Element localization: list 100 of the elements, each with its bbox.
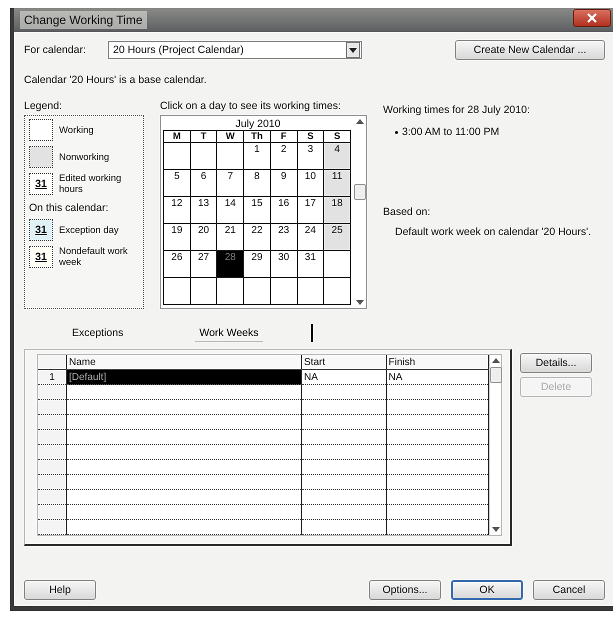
footer-button[interactable]: Help	[24, 580, 96, 600]
day-cell[interactable]	[244, 278, 270, 304]
footer-button[interactable]: Options...	[369, 580, 441, 600]
footer-button[interactable]: OK	[451, 580, 523, 600]
table-cell[interactable]	[66, 400, 302, 414]
day-cell[interactable]: 29	[244, 250, 270, 278]
scroll-down-icon[interactable]	[492, 527, 500, 532]
legend-heading: On this calendar:	[29, 202, 110, 214]
day-cell[interactable]: 7	[216, 170, 244, 196]
day-cell[interactable]: 14	[216, 196, 244, 224]
table-cell[interactable]	[66, 444, 302, 460]
day-cell[interactable]: 31	[297, 250, 324, 278]
tab[interactable]: Work Weeks	[195, 324, 262, 342]
based-on-label: Based on:	[383, 206, 432, 218]
day-cell[interactable]	[324, 250, 350, 278]
day-cell[interactable]: 6	[190, 170, 217, 196]
day-cell[interactable]: 22	[244, 224, 270, 250]
table-cell[interactable]	[302, 430, 386, 444]
scroll-down-icon[interactable]	[356, 300, 364, 305]
table-cell[interactable]	[386, 490, 488, 504]
day-cell[interactable]: 26	[164, 250, 190, 278]
table-cell[interactable]	[66, 384, 302, 400]
day-cell[interactable]: 1	[244, 142, 270, 170]
day-cell[interactable]	[190, 142, 217, 170]
day-cell[interactable]	[164, 142, 190, 170]
tab[interactable]: Exceptions	[68, 325, 128, 341]
day-cell[interactable]: 23	[270, 224, 298, 250]
table-cell[interactable]	[302, 490, 386, 504]
day-cell[interactable]: 2	[270, 142, 298, 170]
calendar-instruction: Click on a day to see its working times:	[160, 100, 342, 112]
scrollbar-thumb[interactable]	[354, 184, 366, 200]
calendar-dropdown[interactable]: 20 Hours (Project Calendar)	[108, 41, 362, 59]
table-cell[interactable]	[66, 504, 302, 520]
footer-button[interactable]: Cancel	[533, 580, 605, 600]
window-title: Change Working Time	[20, 11, 146, 29]
day-cell[interactable]: 12	[164, 196, 190, 224]
day-cell[interactable]: 16	[270, 196, 298, 224]
table-cell[interactable]	[66, 520, 302, 534]
bullet-icon	[395, 130, 398, 134]
day-cell[interactable]	[216, 278, 244, 304]
side-button[interactable]: Details...	[520, 353, 592, 373]
legend-label: Exception day	[59, 224, 119, 236]
close-button[interactable]	[573, 9, 611, 27]
table-cell[interactable]	[386, 430, 488, 444]
table-cell[interactable]	[386, 414, 488, 430]
table-cell[interactable]	[302, 504, 386, 520]
table-cell[interactable]	[386, 520, 488, 534]
day-cell[interactable]: 28	[216, 250, 244, 278]
day-cell[interactable]: 30	[270, 250, 298, 278]
weekday-header: W	[216, 130, 244, 142]
table-cell[interactable]	[302, 444, 386, 460]
column-header: Finish	[386, 355, 488, 370]
table-scrollbar[interactable]	[489, 355, 501, 535]
day-cell[interactable]	[190, 278, 217, 304]
table-cell[interactable]	[386, 474, 488, 490]
table-cell[interactable]	[66, 490, 302, 504]
day-cell[interactable]: 15	[244, 196, 270, 224]
table-cell[interactable]	[302, 520, 386, 534]
day-cell[interactable]	[164, 278, 190, 304]
table-cell[interactable]	[66, 460, 302, 474]
day-cell[interactable]: 5	[164, 170, 190, 196]
table-cell[interactable]: NA	[386, 370, 488, 384]
column-header: Start	[302, 355, 386, 370]
table-cell[interactable]	[302, 460, 386, 474]
table-cell[interactable]	[386, 504, 488, 520]
day-cell[interactable]	[216, 142, 244, 170]
table-cell[interactable]: NA	[302, 370, 386, 384]
table-cell[interactable]	[386, 460, 488, 474]
scroll-up-icon[interactable]	[356, 119, 364, 124]
table-cell[interactable]	[302, 474, 386, 490]
table-cell[interactable]	[386, 444, 488, 460]
day-cell[interactable]: 19	[164, 224, 190, 250]
table-cell[interactable]: [Default]	[66, 370, 302, 384]
day-cell[interactable]: 18	[324, 196, 350, 224]
day-cell[interactable]: 4	[324, 142, 350, 170]
legend-swatch: 31	[29, 219, 53, 241]
day-cell[interactable]	[297, 278, 324, 304]
day-cell[interactable]: 9	[270, 170, 298, 196]
table-cell[interactable]	[386, 400, 488, 414]
create-calendar-button[interactable]: Create New Calendar ...	[455, 40, 605, 60]
scrollbar-thumb[interactable]	[490, 367, 502, 383]
day-cell[interactable]: 11	[324, 170, 350, 196]
table-cell[interactable]	[66, 414, 302, 430]
column-header: Name	[66, 355, 302, 370]
day-cell[interactable]: 8	[244, 170, 270, 196]
day-cell[interactable]: 20	[190, 224, 217, 250]
table-cell[interactable]	[66, 474, 302, 490]
legend-label: Edited working hours	[59, 173, 122, 195]
table-cell[interactable]	[66, 430, 302, 444]
legend-label: Nonworking	[59, 152, 110, 162]
day-cell[interactable]: 13	[190, 196, 217, 224]
day-cell[interactable]: 25	[324, 224, 350, 250]
day-cell[interactable]	[270, 278, 298, 304]
table-cell[interactable]	[302, 400, 386, 414]
day-cell[interactable]	[324, 278, 350, 304]
scroll-up-icon[interactable]	[492, 358, 500, 363]
table-cell[interactable]	[386, 384, 488, 400]
table-cell[interactable]	[302, 384, 386, 400]
legend-label: Working	[59, 124, 94, 136]
table-cell[interactable]	[302, 414, 386, 430]
